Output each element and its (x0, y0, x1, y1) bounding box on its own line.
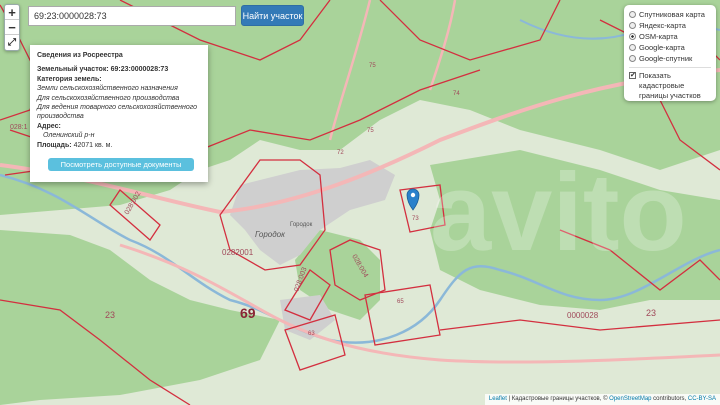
cadastral-toggle[interactable]: ✔ Показать кадастровые границы участков (629, 71, 711, 101)
layer-option-label: Google-спутник (639, 54, 693, 63)
parcel-label-14: 73 (412, 216, 419, 222)
town-label: Городок (255, 230, 286, 239)
district-number: 69 (240, 305, 256, 321)
parcel-label-10: 75 (369, 63, 376, 69)
osm-link[interactable]: OpenStreetMap (609, 396, 651, 402)
view-documents-button[interactable]: Посмотреть доступные документы (48, 158, 194, 172)
layer-divider (629, 67, 711, 68)
zoom-out-button[interactable]: − (5, 20, 19, 35)
address-value: Оленинский р-н (43, 132, 95, 140)
land-use-2: Для ведения товарного сельскохозяйственн… (37, 104, 197, 121)
fullscreen-icon[interactable]: ⤢ (5, 35, 19, 50)
parcel-label-7: 23 (646, 308, 656, 318)
parcel-label-6: 23 (105, 310, 115, 320)
parcel-label-11: 75 (367, 128, 374, 134)
layer-option-google[interactable]: Google-карта (629, 42, 711, 53)
parcel-number: 69:23:0000028:73 (110, 66, 169, 74)
find-parcel-button[interactable]: Найти участок (241, 5, 304, 26)
parcel-label-15: 028:1 (10, 124, 28, 131)
parcel-label-2: 0282001 (222, 248, 254, 257)
layer-option-satellite[interactable]: Спутниковая карта (629, 9, 711, 20)
parcel-label-12: 72 (337, 150, 344, 156)
town-label-small: Городок (290, 222, 313, 228)
parcel-label: Земельный участок: (37, 66, 109, 74)
radio-selected-icon[interactable] (629, 33, 636, 40)
attribution-text-2: contributors, (651, 396, 688, 402)
attribution: Leaflet | Кадастровые границы участков, … (484, 394, 720, 405)
area-label: Площадь: (37, 141, 72, 149)
layer-option-yandex[interactable]: Яндекс-карта (629, 20, 711, 31)
radio-icon[interactable] (629, 11, 636, 18)
watermark: avito (430, 151, 687, 274)
land-use-1: Для сельскохозяйственного производства (37, 94, 180, 102)
layer-option-label: Спутниковая карта (639, 10, 705, 19)
radio-icon[interactable] (629, 44, 636, 51)
cadastral-toggle-label: Показать кадастровые границы участков (639, 71, 701, 100)
layer-switcher: Спутниковая карта Яндекс-карта OSM-карта… (624, 5, 716, 101)
parcel-label-5: 0000028 (567, 311, 599, 320)
parcel-label-13: 74 (453, 91, 460, 97)
category-label: Категория земель: (37, 75, 102, 83)
layer-option-label: OSM-карта (639, 32, 678, 41)
parcel-search-input[interactable] (28, 6, 236, 26)
layer-option-label: Яндекс-карта (639, 21, 686, 30)
address-label: Адрес: (37, 122, 61, 130)
attribution-text-1: | Кадастровые границы участков, © (506, 396, 610, 402)
layer-option-google-satellite[interactable]: Google-спутник (629, 53, 711, 64)
leaflet-link[interactable]: Leaflet (489, 396, 507, 402)
layer-option-osm[interactable]: OSM-карта (629, 31, 711, 42)
category-value: Земли сельскохозяйственного назначения (37, 85, 178, 93)
license-link[interactable]: CC-BY-SA (688, 396, 716, 402)
parcel-label-9: 65 (397, 299, 404, 305)
parcel-label-8: 63 (308, 331, 315, 337)
layer-option-label: Google-карта (639, 43, 685, 52)
zoom-control: + − ⤢ (4, 4, 20, 51)
radio-icon[interactable] (629, 55, 636, 62)
zoom-in-button[interactable]: + (5, 5, 19, 20)
radio-icon[interactable] (629, 22, 636, 29)
checkbox-checked-icon[interactable]: ✔ (629, 72, 636, 79)
area-value: 42071 кв. м. (73, 141, 113, 149)
popup-title: Сведения из Росреестра (37, 52, 123, 59)
parcel-info-popup: Сведения из Росреестра Земельный участок… (30, 45, 208, 182)
